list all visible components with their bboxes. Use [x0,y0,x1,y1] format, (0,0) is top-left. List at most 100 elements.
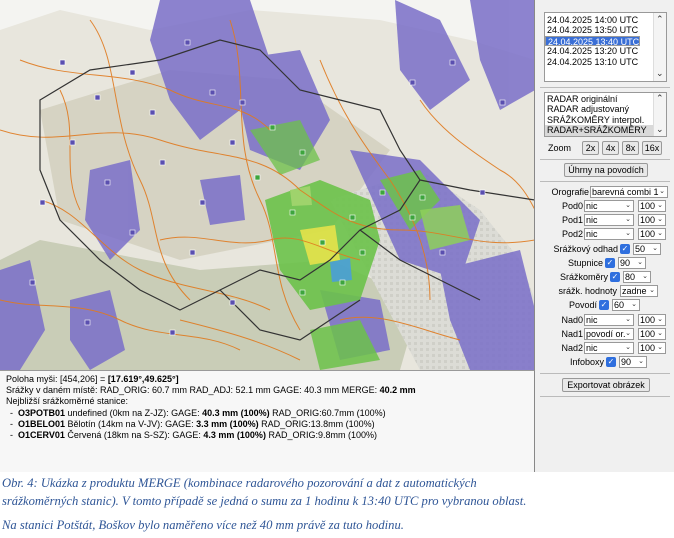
layer-row: Pod0 nic ⌄ 100 ⌄ [536,200,674,213]
scale-checkbox[interactable]: ✓ [605,258,615,268]
layer-label: Pod2 [561,229,583,239]
time-option[interactable]: 24.04.2025 13:50 UTC [545,25,666,35]
product-option[interactable]: SRÁŽKOMĚRY interpol. [545,115,666,125]
orography-row: Orografie barevná combi 1 ⌄ [536,186,674,199]
overlay-opacity-select[interactable]: 100 ⌄ [638,314,666,326]
chevron-down-icon: ⌄ [625,316,631,323]
chevron-down-icon: ⌄ [631,301,637,308]
chevron-down-icon: ⌄ [638,358,644,365]
zoom-4x-button[interactable]: 4x [602,141,619,155]
product-scrollbar[interactable]: ⌃ ⌄ [653,93,666,136]
figure-caption: Obr. 4: Ukázka z produktu MERGE (kombina… [2,474,674,534]
layer-opacity-select[interactable]: 100 ⌄ [638,228,666,240]
divider [540,181,670,182]
chevron-down-icon: ⌄ [625,344,631,351]
merge-value: 40.2 mm [379,385,416,396]
time-option[interactable]: 24.04.2025 14:00 UTC [545,15,666,25]
merge-app: Poloha myši: [454,206] = [17.619°,49.625… [0,0,674,472]
caption-line: Na stanici Potštát, Boškov bylo naměřeno… [2,518,404,532]
rain-estimate-checkbox[interactable]: ✓ [620,244,630,254]
layer-label: Pod1 [561,215,583,225]
layer-select[interactable]: nic ⌄ [584,228,634,240]
product-listbox[interactable]: RADAR originální RADAR adjustovaný SRÁŽK… [544,92,667,137]
layer-opacity-select[interactable]: 100 ⌄ [638,214,666,226]
basins-opacity-select[interactable]: 60 ⌄ [612,299,640,311]
caption-line: Obr. 4: Ukázka z produktu MERGE (kombina… [2,476,477,490]
layer-opacity-select[interactable]: 100 ⌄ [638,200,666,212]
overlay-select[interactable]: povodí or. ⌄ [584,328,634,340]
divider [540,87,670,88]
control-panel: 24.04.2025 14:00 UTC 24.04.2025 13:50 UT… [536,0,674,472]
infoboxes-opacity-select[interactable]: 90 ⌄ [619,356,647,368]
overlay-row: Nad0 nic ⌄ 100 ⌄ [536,314,674,327]
chevron-down-icon: ⌄ [649,287,655,294]
station-row: - O1CERV01 Červená (18km na S-SZ): GAGE:… [10,430,377,441]
gauges-opacity-select[interactable]: 80 ⌄ [623,271,651,283]
gauge-values-select[interactable]: zadne ⌄ [620,285,658,297]
zoom-16x-button[interactable]: 16x [642,141,662,155]
export-image-button[interactable]: Exportovat obrázek [562,378,650,392]
time-scrollbar[interactable]: ⌃ ⌄ [653,13,666,81]
info-box: Poloha myši: [454,206] = [17.619°,49.625… [0,370,535,472]
layer-select[interactable]: nic ⌄ [584,200,634,212]
overlay-opacity-select[interactable]: 100 ⌄ [638,328,666,340]
product-option-selected[interactable]: RADAR+SRÁŽKOMĚRY [545,125,666,136]
zoom-2x-button[interactable]: 2x [582,141,599,155]
layer-row: Pod1 nic ⌄ 100 ⌄ [536,214,674,227]
scale-label: Stupnice [567,258,603,268]
station-row: - O3POTB01 undefined (0km na Z-JZ): GAGE… [10,407,386,418]
mouse-position-label: Poloha myši: [454,206] = [6,374,108,384]
zoom-8x-button[interactable]: 8x [622,141,639,155]
basins-label: Povodí [568,300,597,310]
time-listbox[interactable]: 24.04.2025 14:00 UTC 24.04.2025 13:50 UT… [544,12,667,82]
scroll-up-icon[interactable]: ⌃ [656,14,664,25]
gauge-values-row: srážk. hodnoty zadne ⌄ [536,285,674,298]
scale-opacity-select[interactable]: 90 ⌄ [618,257,646,269]
caption-line: srážkoměrných stanic). V tomto případě s… [2,494,527,508]
layer-label: Pod0 [561,201,583,211]
chevron-down-icon: ⌄ [625,216,631,223]
overlay-row: Nad2 nic ⌄ 100 ⌄ [536,342,674,355]
chevron-down-icon: ⌄ [625,330,631,337]
basins-row: Povodí ✓ 60 ⌄ [536,299,674,312]
gauges-row: Srážkoměry ✓ 80 ⌄ [536,271,674,284]
chevron-down-icon: ⌄ [657,216,663,223]
infoboxes-label: Infoboxy [569,357,604,367]
product-option[interactable]: RADAR adjustovaný [545,104,666,114]
mouse-coords: [17.619°,49.625°] [107,374,179,384]
rain-estimate-label: Srážkový odhad [553,244,618,254]
scale-row: Stupnice ✓ 90 ⌄ [536,257,674,270]
orography-select[interactable]: barevná combi 1 ⌄ [590,186,668,198]
product-option[interactable]: RADAR originální [545,94,666,104]
scroll-up-icon[interactable]: ⌃ [656,93,664,104]
chevron-down-icon: ⌄ [657,230,663,237]
layer-select[interactable]: nic ⌄ [584,214,634,226]
time-option[interactable]: 24.04.2025 13:10 UTC [545,57,666,67]
overlay-opacity-select[interactable]: 100 ⌄ [638,342,666,354]
chevron-down-icon: ⌄ [637,259,643,266]
rain-estimate-row: Srážkový odhad ✓ 50 ⌄ [536,243,674,256]
scroll-down-icon[interactable]: ⌄ [656,68,664,79]
time-option[interactable]: 24.04.2025 13:20 UTC [545,46,666,56]
basin-totals-button[interactable]: Úhrny na povodích [564,163,648,177]
basins-checkbox[interactable]: ✓ [599,300,609,310]
time-option-selected[interactable]: 24.04.2025 13:40 UTC [545,35,641,47]
overlay-label: Nad1 [561,329,583,339]
rain-at-point-label: Srážky v daném místě: RAD_ORIG: 60.7 mm … [6,385,380,396]
scroll-down-icon[interactable]: ⌄ [656,124,664,135]
overlay-row: Nad1 povodí or. ⌄ 100 ⌄ [536,328,674,341]
station-row: - O1BELO01 Bělotín (14km na V-JV): GAGE:… [10,418,375,429]
overlay-select[interactable]: nic ⌄ [584,314,634,326]
infoboxes-checkbox[interactable]: ✓ [606,357,616,367]
chevron-down-icon: ⌄ [657,316,663,323]
nearest-stations-heading: Nejbližší srážkoměrné stanice: [6,396,129,407]
gauges-checkbox[interactable]: ✓ [610,272,620,282]
orography-label: Orografie [551,187,589,197]
rain-at-point: Srážky v daném místě: RAD_ORIG: 60.7 mm … [6,385,528,396]
overlay-select[interactable]: nic ⌄ [584,342,634,354]
divider [540,373,670,374]
radar-map[interactable] [0,0,535,370]
map-canvas [0,0,534,370]
gauge-values-label: srážk. hodnoty [558,286,617,296]
rain-estimate-opacity-select[interactable]: 50 ⌄ [633,243,661,255]
